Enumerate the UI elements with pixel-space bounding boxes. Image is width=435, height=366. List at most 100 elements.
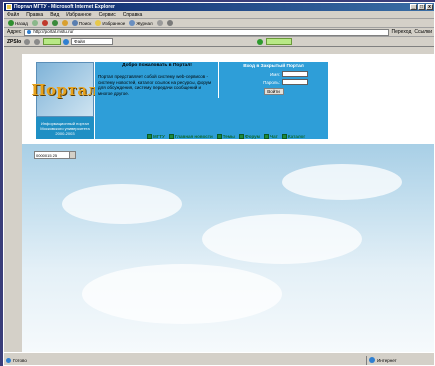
menu-bar: Файл Правка Вид Избранное Сервис Справка: [4, 11, 434, 19]
standard-toolbar: Назад Поиск Избранное Журнал: [4, 19, 434, 28]
menu-view[interactable]: Вид: [50, 12, 59, 18]
password-input[interactable]: [282, 79, 308, 85]
nav-label: Форум: [244, 134, 260, 139]
address-bar: Адрес http://portal.mstu.ru/ Переход Ссы…: [4, 28, 434, 37]
welcome-text: Портал представляет собой систему web-се…: [98, 74, 212, 96]
history-label: Журнал: [136, 20, 153, 26]
mail-button[interactable]: [156, 20, 164, 27]
nav-news[interactable]: Главная новости: [168, 134, 213, 139]
nav-forum[interactable]: Форум: [238, 134, 260, 139]
zone-text: Интернет: [377, 357, 397, 363]
login-label: Имя:: [269, 71, 280, 77]
status-text: Готово: [13, 357, 27, 363]
back-arrow-icon: [8, 20, 14, 26]
nav-bullet-icon: [168, 134, 174, 139]
nav-label: Темы: [222, 134, 235, 139]
menu-file[interactable]: Файл: [7, 12, 19, 18]
browser-window: Портал МГТУ - Microsoft Internet Explore…: [3, 2, 435, 366]
nav-topics[interactable]: Темы: [216, 134, 235, 139]
back-button[interactable]: Назад: [7, 20, 29, 27]
mail-icon: [156, 20, 163, 26]
nav-bullet-icon: [147, 134, 152, 139]
menu-edit[interactable]: Правка: [26, 12, 43, 18]
page-content: Портал Информационный портал Московского…: [22, 54, 434, 352]
favorites-button[interactable]: Избранное: [94, 20, 126, 27]
menu-help[interactable]: Справка: [123, 12, 143, 18]
maximize-button[interactable]: □: [418, 4, 425, 10]
tool-button-3[interactable]: [256, 38, 264, 45]
tool-icon: [24, 38, 31, 45]
green-box[interactable]: [266, 38, 292, 45]
nav-bullet-icon: [216, 134, 222, 139]
nav-mstu[interactable]: МГТУ: [147, 134, 165, 139]
site-header: Портал Информационный портал Московского…: [22, 54, 434, 144]
menu-favorites[interactable]: Избранное: [66, 12, 91, 18]
address-value: http://portal.mstu.ru/: [33, 29, 74, 34]
login-title: Вход в Закрытый Портал: [243, 64, 304, 69]
site-nav: МГТУ Главная новости Темы Форум Чат Ката…: [147, 134, 305, 139]
print-icon: [166, 20, 173, 26]
nav-bullet-icon: [281, 134, 287, 139]
home-icon: [61, 20, 68, 26]
nav-bullet-icon: [238, 134, 244, 139]
star-icon: [95, 20, 102, 26]
favorites-label: Избранное: [102, 20, 126, 26]
links-toolbar-label: ZPSlo: [7, 38, 22, 45]
home-button[interactable]: [61, 20, 69, 27]
back-label: Назад: [15, 20, 28, 26]
search-label: Поиск: [78, 20, 92, 26]
internet-zone-icon: [369, 357, 375, 363]
nav-label: Каталог: [287, 134, 306, 139]
minimize-button[interactable]: _: [410, 4, 417, 10]
nav-label: Главная новости: [174, 134, 213, 139]
counter-dropdown-button[interactable]: [69, 151, 76, 159]
links-label[interactable]: Ссылки: [414, 29, 432, 35]
window-title: Портал МГТУ - Microsoft Internet Explore…: [14, 4, 115, 10]
welcome-title: Добро пожаловать в Портал!: [122, 63, 192, 68]
visit-counter[interactable]: 0000015 25: [34, 151, 76, 159]
portal-logo[interactable]: Портал: [31, 62, 98, 117]
green-toggle[interactable]: [43, 38, 62, 45]
search-button[interactable]: Поиск: [71, 20, 92, 27]
refresh-button[interactable]: [51, 20, 59, 27]
forward-arrow-icon: [31, 20, 38, 26]
tool-button-2[interactable]: [33, 38, 41, 45]
links-toolbar: ZPSlo Файл: [4, 37, 434, 47]
login-input[interactable]: [282, 71, 308, 77]
left-frame: [4, 54, 22, 352]
login-panel: Вход в Закрытый Портал Имя: Пароль: Войт…: [218, 62, 328, 98]
menu-tools[interactable]: Сервис: [99, 12, 116, 18]
folder-icon: [63, 38, 70, 45]
stop-icon: [41, 20, 48, 26]
close-button[interactable]: x: [426, 4, 433, 10]
nav-bullet-icon: [263, 134, 269, 139]
login-button[interactable]: Войти: [263, 88, 284, 95]
password-label: Пароль:: [263, 79, 280, 85]
nav-catalog[interactable]: Каталог: [281, 134, 306, 139]
nav-label: МГТУ: [153, 134, 165, 139]
green-icon: [257, 38, 263, 45]
nav-label: Чат: [269, 134, 278, 139]
go-button[interactable]: Переход: [392, 29, 412, 35]
address-input[interactable]: http://portal.mstu.ru/: [24, 28, 389, 36]
welcome-panel: Добро пожаловать в Портал! Портал предст…: [95, 62, 219, 139]
title-bar: Портал МГТУ - Microsoft Internet Explore…: [4, 3, 434, 11]
tool-button-1[interactable]: [23, 38, 31, 45]
search-icon: [71, 20, 78, 26]
page-icon: [27, 30, 32, 34]
history-icon: [129, 20, 136, 26]
address-label: Адрес: [7, 29, 22, 35]
tool-icon: [34, 38, 41, 45]
sky-background: [22, 144, 434, 352]
forward-button[interactable]: [31, 20, 39, 27]
stop-button[interactable]: [41, 20, 49, 27]
nav-chat[interactable]: Чат: [263, 134, 278, 139]
page-status-icon: [6, 357, 11, 363]
logo-caption: Информационный портал Московского универ…: [36, 117, 94, 139]
ie-icon: [6, 4, 12, 10]
counter-value: 0000015 25: [36, 153, 58, 158]
links-select[interactable]: Файл: [71, 38, 114, 45]
refresh-icon: [51, 20, 58, 26]
history-button[interactable]: Журнал: [128, 20, 153, 27]
print-button[interactable]: [166, 20, 174, 27]
